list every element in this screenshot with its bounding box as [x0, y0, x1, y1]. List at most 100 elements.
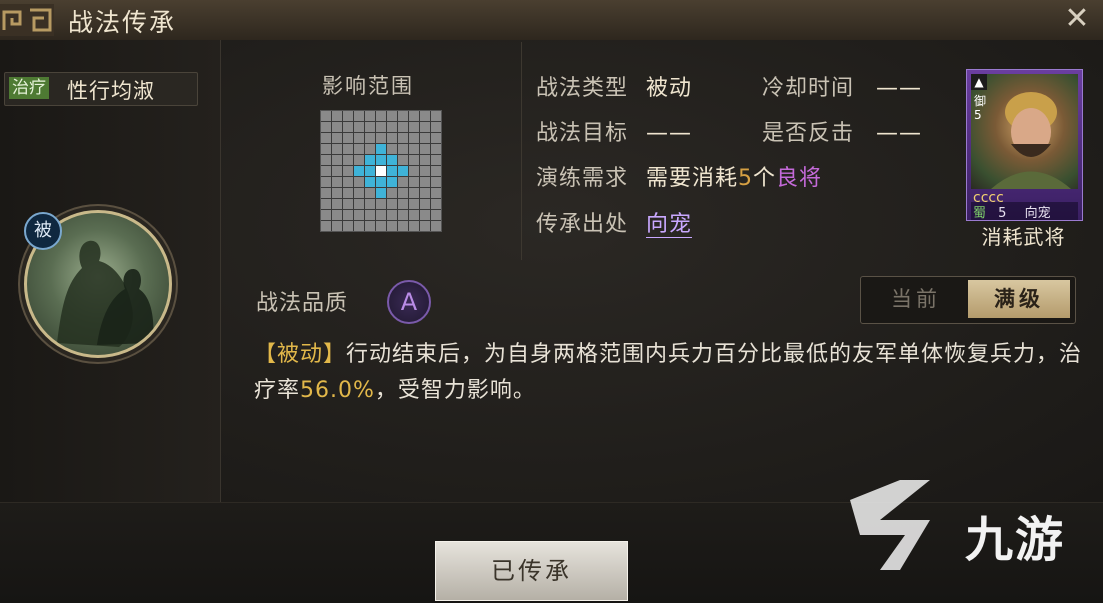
source-link[interactable]: 向宠 [646, 212, 693, 238]
range-cell [343, 221, 353, 231]
range-cell [431, 199, 441, 209]
range-cell [398, 133, 408, 143]
range-cell [321, 199, 331, 209]
range-cell [398, 210, 408, 220]
range-affected-cell [365, 177, 375, 187]
range-cell [354, 122, 364, 132]
range-cell [354, 155, 364, 165]
range-cell [354, 188, 364, 198]
range-cell [409, 111, 419, 121]
range-cell [387, 111, 397, 121]
range-cell [343, 210, 353, 220]
inherited-button[interactable]: 已传承 [435, 541, 628, 601]
title-bar: 战法传承 ✕ [0, 0, 1103, 41]
info-cooldown-row: 冷却时间 —— [762, 70, 922, 102]
range-cell [321, 144, 331, 154]
title-ornament-icon [0, 4, 54, 36]
range-cell [332, 122, 342, 132]
range-cell [332, 133, 342, 143]
range-cell [431, 144, 441, 154]
range-cell [409, 133, 419, 143]
range-cell [398, 221, 408, 231]
range-cell [420, 177, 430, 187]
counter-value: —— [876, 121, 923, 146]
range-affected-cell [376, 177, 386, 187]
range-cell [420, 122, 430, 132]
range-affected-cell [387, 177, 397, 187]
range-cell [376, 133, 386, 143]
range-cell [332, 155, 342, 165]
range-affected-cell [365, 155, 375, 165]
desc-tag: 【被动】 [254, 342, 347, 367]
general-face-icon [991, 92, 1071, 189]
train-unit: 个 [753, 166, 777, 191]
range-center-cell [376, 166, 386, 176]
close-icon[interactable]: ✕ [1059, 2, 1095, 38]
quality-label: 战法品质 [256, 291, 349, 316]
range-affected-cell [376, 144, 386, 154]
general-portrait [971, 74, 1078, 189]
range-cell [420, 133, 430, 143]
range-cell [321, 122, 331, 132]
info-target-row: 战法目标 —— [536, 115, 692, 147]
source-label: 传承出处 [536, 212, 629, 237]
range-cell [343, 144, 353, 154]
range-cell [398, 199, 408, 209]
range-affected-cell [376, 155, 386, 165]
range-cell [332, 177, 342, 187]
range-cell [387, 210, 397, 220]
range-cell [376, 111, 386, 121]
range-cell [420, 210, 430, 220]
range-cell [398, 144, 408, 154]
range-cell [398, 155, 408, 165]
range-cell [431, 221, 441, 231]
skill-description: 【被动】行动结束后，为自身两格范围内兵力百分比最低的友军单体恢复兵力，治疗率56… [254, 337, 1084, 409]
info-train-row: 演练需求 需要消耗5个良将 [536, 160, 822, 192]
range-cell [398, 122, 408, 132]
range-cell [332, 188, 342, 198]
range-cell [431, 133, 441, 143]
target-label: 战法目标 [536, 121, 629, 146]
range-cell [343, 122, 353, 132]
range-cell [398, 111, 408, 121]
range-cell [409, 155, 419, 165]
range-cell [321, 210, 331, 220]
range-cell [365, 221, 375, 231]
range-affected-cell [365, 166, 375, 176]
passive-badge: 被 [24, 212, 62, 250]
range-cell [409, 188, 419, 198]
range-cell [387, 188, 397, 198]
range-cell [365, 133, 375, 143]
range-cell [420, 155, 430, 165]
train-item: 良将 [776, 166, 823, 191]
range-cell [420, 188, 430, 198]
train-prefix: 需要消耗 [646, 166, 739, 191]
range-cell [343, 155, 353, 165]
toggle-current[interactable]: 当前 [865, 280, 967, 318]
range-cell [343, 177, 353, 187]
range-grid [320, 110, 442, 232]
card-side-text: 御5 [974, 94, 987, 122]
range-cell [420, 199, 430, 209]
range-cell [409, 177, 419, 187]
range-cell [376, 122, 386, 132]
range-cell [420, 221, 430, 231]
range-cell [321, 166, 331, 176]
general-card[interactable]: ▲ 御5 cccc 蜀 5 向宠 [966, 69, 1083, 221]
range-cell [354, 199, 364, 209]
toggle-full-level[interactable]: 满级 [968, 280, 1070, 318]
range-cell [354, 144, 364, 154]
range-cell [343, 111, 353, 121]
desc-part2: ，受智力影响。 [374, 378, 536, 403]
range-cell [354, 221, 364, 231]
range-cell [420, 111, 430, 121]
watermark-text: 九游 [965, 512, 1066, 568]
range-cell [409, 122, 419, 132]
desc-rate: 56.0% [300, 378, 375, 403]
card-cost: 5 [998, 206, 1007, 221]
range-cell [321, 155, 331, 165]
quality-grade-badge: A [387, 280, 431, 324]
type-value: 被动 [646, 76, 693, 101]
range-cell [343, 188, 353, 198]
range-cell [387, 199, 397, 209]
